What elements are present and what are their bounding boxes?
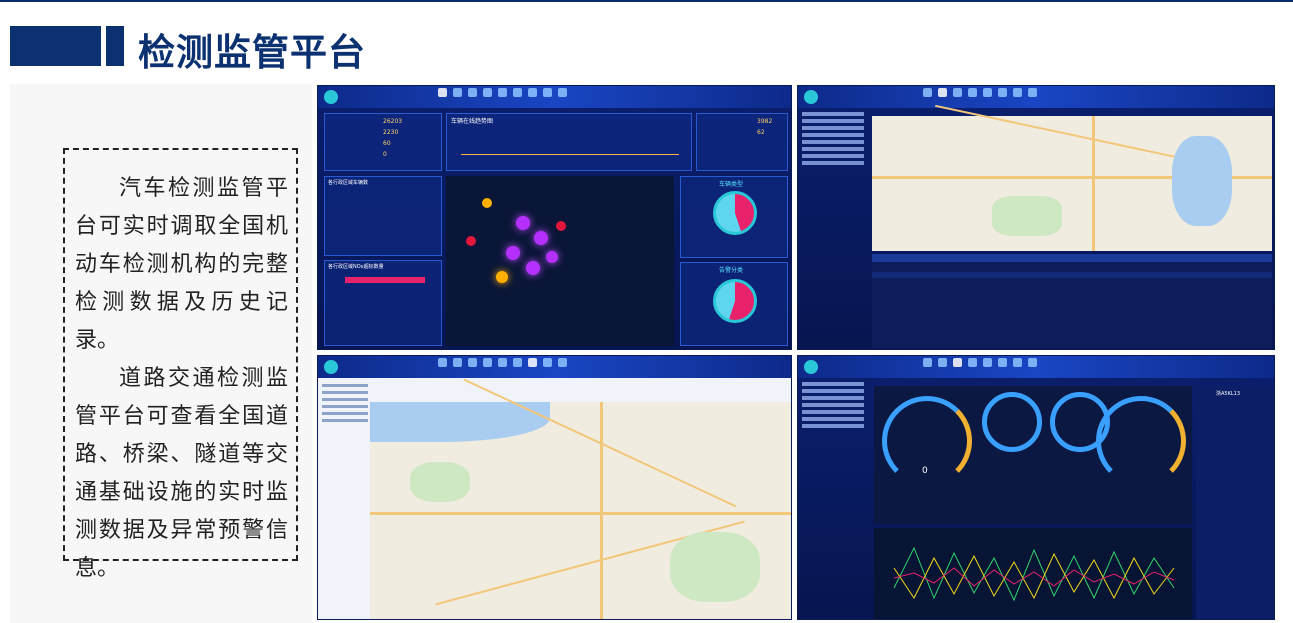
vehicle-type-title: 车辆类型 <box>719 181 744 188</box>
screenshot-realtime-gauges: 0 浙A5KL13 <box>797 355 1275 620</box>
screenshot-vehicle-dashboard: 26203 2230 60 0 车辆在线趋势图 3982 62 各行政区域车辆数… <box>317 85 792 350</box>
online-trend-title: 车辆在线趋势图 <box>451 118 494 125</box>
logo-icon <box>324 360 338 374</box>
stat-nox: 3982 <box>757 118 773 125</box>
vehicle-info-list: 浙A5KL13 <box>1196 386 1274 619</box>
title-accent-bar-small <box>106 26 124 66</box>
screenshot-monitoring-map <box>797 85 1275 350</box>
logo-icon <box>804 90 818 104</box>
nav-icons <box>438 358 567 367</box>
china-map <box>446 176 674 346</box>
side-menu <box>322 384 368 444</box>
load-gauge <box>1096 396 1186 486</box>
nav-icons <box>923 88 1037 97</box>
province-title: 各行政区域车辆数 <box>328 180 369 186</box>
nav-icons <box>438 88 567 97</box>
description-paragraph-1: 汽车检测监管平台可实时调取全国机动车检测机构的完整检测数据及历史记录。 <box>75 176 288 353</box>
online-trend-panel: 车辆在线趋势图 <box>446 113 692 171</box>
vehicle-type-pie <box>713 191 757 235</box>
road-map <box>370 378 791 619</box>
nav-icons <box>923 358 1037 367</box>
plate-number: 浙A5KL13 <box>1216 391 1241 397</box>
screenshot-road-traffic-map <box>317 355 792 620</box>
description-box: 汽车检测监管平台可实时调取全国机动车检测机构的完整检测数据及历史记录。 道路交通… <box>63 148 298 581</box>
rpm-gauge <box>982 392 1042 452</box>
waveform-svg <box>893 546 1175 602</box>
trend-line <box>461 154 679 155</box>
city-map <box>872 104 1272 251</box>
stat-online: 2230 <box>383 129 399 136</box>
gauge-panel: 0 <box>874 386 1192 524</box>
logo-icon <box>804 360 818 374</box>
stat-nox-over: 62 <box>757 129 765 136</box>
province-vehicle-panel: 各行政区域车辆数 <box>324 176 442 256</box>
alarm-type-pie <box>713 279 757 323</box>
stat-alarm: 0 <box>383 151 387 158</box>
logo-icon <box>324 90 338 104</box>
province-nox-panel: 各行政区域NOx超标数量 <box>324 260 442 346</box>
stat-total: 26203 <box>383 118 403 125</box>
title-accent-bar <box>10 26 101 66</box>
org-tree <box>802 112 864 168</box>
page-title: 检测监管平台 <box>138 31 366 74</box>
vehicle-type-panel: 车辆类型 <box>680 176 788 258</box>
alarm-type-panel: 告警分类 <box>680 262 788 346</box>
record-table <box>872 254 1272 348</box>
stat-today: 60 <box>383 140 391 147</box>
top-border-line <box>0 0 1293 2</box>
org-tree <box>802 382 864 431</box>
nox-stats-panel: 3982 62 <box>696 113 788 171</box>
speed-value: 0 <box>922 466 928 476</box>
waveform-chart <box>874 528 1192 619</box>
stats-panel: 26203 2230 60 0 <box>324 113 442 171</box>
description-paragraph-2: 道路交通检测监管平台可查看全国道路、桥梁、隧道等交通基础设施的实时监测数据及异常… <box>75 366 288 581</box>
nox-bar <box>345 277 425 283</box>
nox-title: 各行政区域NOx超标数量 <box>328 264 384 270</box>
alarm-type-title: 告警分类 <box>719 267 744 274</box>
